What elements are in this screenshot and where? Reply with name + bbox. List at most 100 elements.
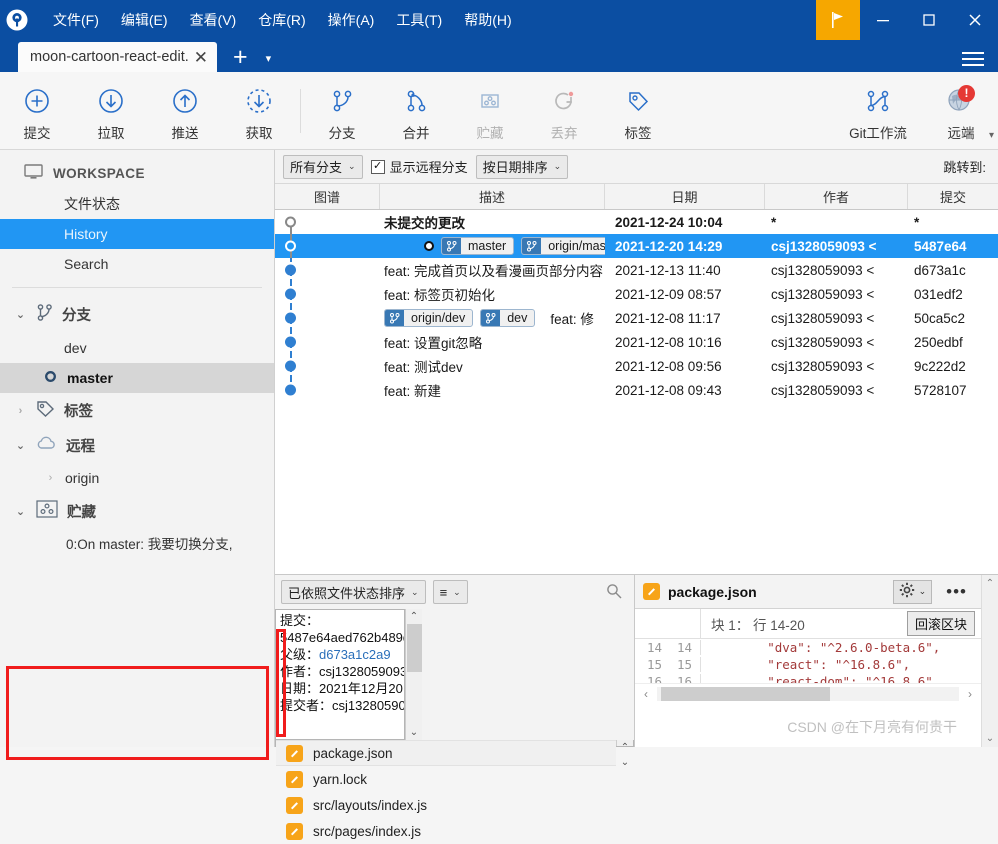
menu-repository[interactable]: 仓库(R): [247, 4, 316, 36]
menu-help[interactable]: 帮助(H): [453, 4, 522, 36]
menu-file[interactable]: 文件(F): [42, 4, 110, 36]
sidebar-branch-master[interactable]: master: [0, 363, 274, 393]
column-header-graph[interactable]: 图谱: [275, 184, 380, 209]
tab-dropdown-icon[interactable]: ▾: [266, 52, 272, 72]
chevron-down-icon[interactable]: ⌄: [14, 308, 27, 321]
diff-line[interactable]: 14 14 "dva": "^2.6.0-beta.6",: [635, 639, 981, 656]
tag-icon: [623, 84, 653, 118]
menu-actions[interactable]: 操作(A): [317, 4, 386, 36]
sidebar-workspace-header[interactable]: WORKSPACE: [0, 158, 274, 189]
column-header-author[interactable]: 作者: [765, 184, 908, 209]
show-remote-branches-checkbox[interactable]: ✓ 显示远程分支: [370, 157, 468, 176]
scroll-up-icon[interactable]: ⌃: [986, 575, 994, 589]
rollback-hunk-button[interactable]: 回滚区块: [906, 611, 975, 636]
scroll-up-icon[interactable]: ⌃: [410, 609, 418, 624]
modified-file-icon: [286, 770, 303, 788]
chevron-right-icon[interactable]: ›: [14, 405, 27, 417]
column-header-commit[interactable]: 提交: [908, 184, 998, 209]
scroll-up-icon[interactable]: ⌃: [621, 740, 629, 755]
ref-chip-origin-master[interactable]: origin/master: [521, 237, 605, 255]
table-row[interactable]: feat: 标签页初始化 2021-12-09 08:57 csj1328059…: [275, 282, 998, 306]
toolbar-branch[interactable]: 分支: [305, 80, 379, 142]
table-row[interactable]: master origin/master 2021-12-20 14:29 cs…: [275, 234, 998, 258]
menu-tools[interactable]: 工具(T): [385, 4, 453, 36]
sidebar-branch-dev[interactable]: dev: [0, 333, 274, 363]
toolbar-push[interactable]: 推送: [148, 80, 222, 142]
table-row[interactable]: feat: 新建 2021-12-08 09:43 csj1328059093 …: [275, 378, 998, 402]
sidebar-group-tags[interactable]: › 标签: [0, 393, 274, 428]
scroll-track[interactable]: [657, 686, 959, 701]
table-row[interactable]: 未提交的更改 2021-12-24 10:04 * *: [275, 210, 998, 234]
toolbar-tag[interactable]: 标签: [601, 80, 675, 142]
commit-hash: *: [914, 214, 920, 230]
scroll-down-icon[interactable]: ⌄: [621, 755, 629, 770]
toolbar-stash[interactable]: 贮藏: [453, 80, 527, 142]
maximize-button[interactable]: [906, 0, 952, 40]
search-icon[interactable]: [606, 583, 628, 602]
sort-mode-dropdown[interactable]: 按日期排序 ⌄: [475, 154, 569, 179]
tab-close-icon[interactable]: ✕: [191, 49, 211, 66]
sidebar-group-stash[interactable]: ⌄ 贮藏: [0, 493, 274, 529]
diff-line[interactable]: 15 15 "react": "^16.8.6",: [635, 656, 981, 673]
ref-chip-label: origin/master: [548, 239, 605, 253]
scroll-left-icon[interactable]: ‹: [635, 687, 657, 701]
flag-button[interactable]: [816, 0, 860, 40]
tab-repository[interactable]: moon-cartoon-react-edit. ✕: [18, 42, 218, 72]
chevron-down-icon[interactable]: ⌄: [14, 439, 27, 452]
scroll-down-icon[interactable]: ⌄: [986, 733, 994, 747]
list-item[interactable]: package.json: [276, 740, 616, 766]
file-sort-dropdown[interactable]: 已依照文件状态排序 ⌄: [281, 580, 426, 604]
column-header-description[interactable]: 描述: [380, 184, 605, 209]
app-menu-button[interactable]: [962, 50, 984, 68]
view-mode-dropdown[interactable]: ≡ ⌄: [432, 580, 468, 604]
scroll-thumb[interactable]: [406, 624, 422, 672]
right-scrollbar[interactable]: ⌃ ⌄: [981, 575, 998, 747]
toolbar-merge[interactable]: 合并: [379, 80, 453, 142]
menu-view[interactable]: 查看(V): [179, 4, 248, 36]
diff-horizontal-scrollbar[interactable]: ‹ ›: [635, 683, 981, 703]
list-item[interactable]: src/pages/index.js: [276, 818, 616, 844]
ref-chip-master[interactable]: master: [441, 237, 515, 255]
table-row[interactable]: feat: 测试dev 2021-12-08 09:56 csj13280590…: [275, 354, 998, 378]
diff-line[interactable]: 16 16 "react-dom": "^16.8.6",: [635, 673, 981, 683]
toolbar-commit[interactable]: 提交: [0, 80, 74, 142]
commit-info-scrollbar[interactable]: ⌃ ⌄: [405, 609, 422, 740]
table-row[interactable]: feat: 设置git忽略 2021-12-08 10:16 csj132805…: [275, 330, 998, 354]
scroll-right-icon[interactable]: ›: [959, 687, 981, 701]
list-item[interactable]: src/layouts/index.js: [276, 792, 616, 818]
diff-new-lineno: 15: [668, 657, 701, 672]
chevron-right-icon[interactable]: ›: [44, 472, 57, 484]
parent-hash-link[interactable]: d673a1c2a9: [319, 647, 391, 662]
minimize-button[interactable]: [860, 0, 906, 40]
scroll-down-icon[interactable]: ⌄: [410, 725, 418, 740]
chevron-down-icon[interactable]: ⌄: [14, 505, 27, 518]
sidebar-stash-entry[interactable]: 0:On master: 我要切换分支,: [0, 529, 274, 553]
new-tab-button[interactable]: +: [233, 45, 248, 72]
toolbar-remote[interactable]: ! 远端: [924, 80, 998, 142]
toolbar-fetch[interactable]: 获取: [222, 80, 296, 142]
toolbar-gitflow[interactable]: Git工作流: [832, 80, 924, 142]
diff-settings-button[interactable]: ⌄: [892, 579, 933, 604]
toolbar-pull[interactable]: 拉取: [74, 80, 148, 142]
table-row[interactable]: origin/dev dev feat: 修 2021-12-08 11:17 …: [275, 306, 998, 330]
sidebar-item-file-status[interactable]: 文件状态: [0, 189, 274, 219]
ref-chip-dev[interactable]: dev: [480, 309, 536, 327]
diff-more-button[interactable]: •••: [940, 582, 973, 602]
sidebar-group-remotes[interactable]: ⌄ 远程: [0, 428, 274, 463]
sidebar-remote-origin[interactable]: › origin: [0, 463, 274, 493]
list-item[interactable]: yarn.lock: [276, 766, 616, 792]
table-row[interactable]: feat: 完成首页以及看漫画页部分内容 2021-12-13 11:40 cs…: [275, 258, 998, 282]
modified-file-icon: [643, 583, 660, 600]
close-button[interactable]: [952, 0, 998, 40]
column-header-date[interactable]: 日期: [605, 184, 765, 209]
sidebar-item-search[interactable]: Search: [0, 249, 274, 279]
branch-filter-dropdown[interactable]: 所有分支 ⌄: [283, 154, 363, 179]
sidebar-group-branches[interactable]: ⌄ 分支: [0, 296, 274, 333]
sidebar-item-history[interactable]: History: [0, 219, 274, 249]
ref-chip-origin-dev[interactable]: origin/dev: [384, 309, 474, 327]
toolbar-overflow-icon[interactable]: ▾: [989, 130, 994, 141]
file-list-scrollbar[interactable]: ⌃ ⌄: [616, 740, 633, 768]
scroll-thumb[interactable]: [661, 686, 831, 701]
menu-edit[interactable]: 编辑(E): [110, 4, 179, 36]
toolbar-discard[interactable]: 丢弃: [527, 80, 601, 142]
